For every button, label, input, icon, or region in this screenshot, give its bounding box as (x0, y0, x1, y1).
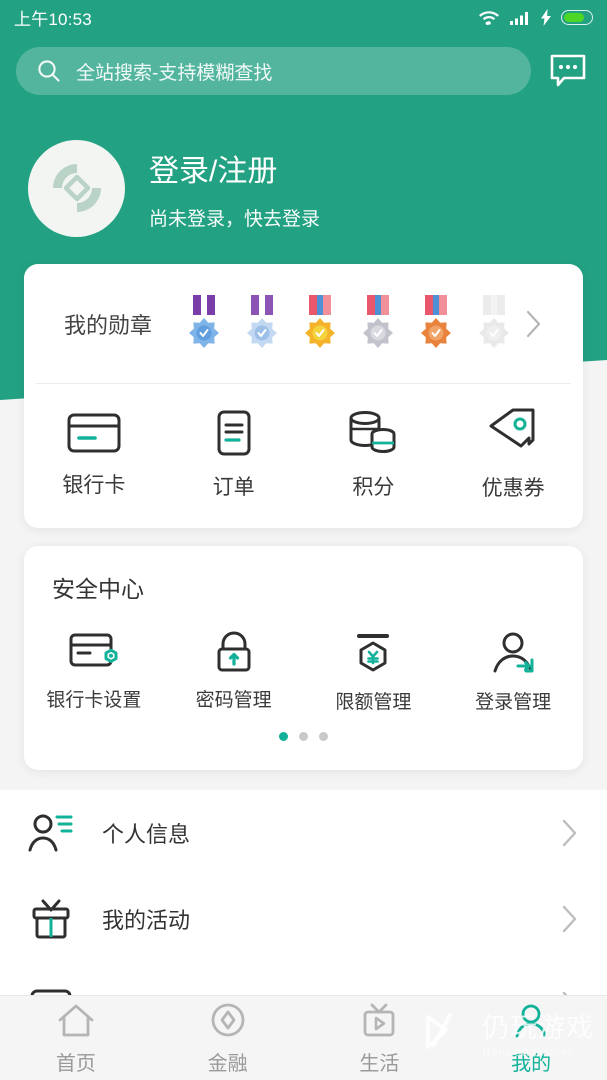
tab-life[interactable]: 生活 (304, 1001, 456, 1076)
quick-action-label: 银行卡 (62, 474, 126, 497)
security-item-label: 银行卡设置 (46, 690, 142, 711)
profile-text: 登录/注册 尚未登录，快去登录 (149, 146, 320, 231)
security-item-label: 登录管理 (475, 692, 552, 713)
profile-header[interactable]: 登录/注册 尚未登录，快去登录 (0, 133, 607, 243)
quick-action-orders[interactable]: 订单 (164, 409, 304, 501)
bottom-tab-bar: 首页 金融 生活 我的 (0, 995, 607, 1080)
bank-card-icon (67, 413, 121, 453)
security-item-card-settings[interactable]: 银行卡设置 (24, 630, 164, 712)
carousel-pagination[interactable] (24, 732, 583, 741)
search-input[interactable]: 全站搜索-支持模糊查找 (16, 47, 531, 95)
tab-home[interactable]: 首页 (0, 1001, 152, 1076)
finance-icon (211, 1003, 245, 1036)
tab-label: 生活 (359, 1052, 400, 1075)
quick-action-label: 优惠券 (481, 477, 545, 500)
security-item-limit[interactable]: 限额管理 (304, 630, 444, 714)
status-bar: 上午10:53 (0, 0, 607, 34)
tab-label: 首页 (55, 1052, 96, 1075)
person-info-icon (28, 814, 73, 852)
medal-lightblue-icon[interactable] (238, 293, 286, 355)
medal-blue-icon[interactable] (180, 293, 228, 355)
message-bubble-icon (550, 54, 586, 87)
signal-icon (510, 11, 528, 25)
list-item-personal-info[interactable]: 个人信息 (0, 790, 607, 876)
medal-locked-icon[interactable] (470, 293, 518, 355)
security-item-label: 限额管理 (335, 692, 412, 713)
medals-quickactions-card: 我的勋章 银行卡 订单 积分 优惠券 (24, 264, 583, 528)
card-settings-icon (69, 633, 118, 667)
list-item-label: 我的活动 (102, 908, 191, 933)
medals-label: 我的勋章 (64, 312, 153, 338)
password-lock-icon (217, 631, 251, 672)
list-item-label: 个人信息 (102, 822, 191, 847)
tab-finance[interactable]: 金融 (152, 1001, 304, 1076)
status-time: 上午10:53 (14, 9, 92, 29)
charging-bolt-icon (541, 8, 551, 26)
quick-action-label: 订单 (212, 476, 255, 499)
tab-profile[interactable]: 我的 (455, 1001, 607, 1076)
chevron-right-icon[interactable] (561, 818, 579, 848)
quick-action-points[interactable]: 积分 (304, 409, 444, 501)
tab-label: 金融 (207, 1052, 248, 1075)
quick-action-coupon[interactable]: 优惠券 (443, 408, 583, 502)
login-subtitle: 尚未登录，快去登录 (149, 208, 321, 230)
chevron-right-icon[interactable] (561, 904, 579, 934)
security-center-title: 安全中心 (52, 576, 144, 602)
battery-icon (561, 9, 593, 25)
security-item-login[interactable]: 登录管理 (443, 630, 583, 714)
medals-row[interactable]: 我的勋章 (36, 264, 571, 384)
medals-list (180, 293, 518, 355)
app-logo-avatar (52, 164, 101, 212)
login-title: 登录/注册 (149, 154, 278, 188)
home-icon (58, 1004, 94, 1036)
life-tv-icon (363, 1003, 395, 1036)
quick-actions-row: 银行卡 订单 积分 优惠券 (24, 384, 583, 526)
gift-activity-icon (32, 899, 70, 939)
medal-gold-icon[interactable] (296, 293, 344, 355)
security-center-card: 安全中心 银行卡设置 密码管理 限额管理 登录管理 (24, 546, 583, 770)
search-icon (38, 60, 60, 82)
security-item-label: 密码管理 (195, 690, 272, 711)
search-placeholder: 全站搜索-支持模糊查找 (76, 62, 273, 84)
status-icons (478, 8, 593, 26)
medal-bronze-icon[interactable] (412, 293, 460, 355)
list-item-my-activities[interactable]: 我的活动 (0, 876, 607, 962)
security-items-row: 银行卡设置 密码管理 限额管理 登录管理 (24, 630, 583, 714)
pagination-dot[interactable] (319, 732, 328, 741)
order-list-icon (217, 410, 251, 456)
wifi-icon (479, 10, 499, 25)
pagination-dot[interactable] (299, 732, 308, 741)
login-user-icon (493, 632, 534, 673)
message-button[interactable] (545, 48, 591, 94)
quick-action-bank-card[interactable]: 银行卡 (24, 411, 164, 499)
profile-icon (515, 1004, 547, 1037)
avatar[interactable] (28, 139, 125, 237)
coupon-tag-icon (489, 408, 535, 448)
chevron-right-icon[interactable] (525, 309, 543, 339)
quick-action-label: 积分 (352, 476, 395, 499)
pagination-dot[interactable] (279, 732, 288, 741)
search-row: 全站搜索-支持模糊查找 (0, 46, 607, 96)
medal-silver-icon[interactable] (354, 293, 402, 355)
points-coins-icon (349, 411, 396, 454)
limit-shield-yen-icon (357, 634, 390, 672)
tab-label: 我的 (511, 1052, 552, 1075)
app-screen: 上午10:53 全站搜索-支持模糊查找 登录/注册 尚未登录，快去登录 我的勋章… (0, 0, 607, 1080)
security-item-password[interactable]: 密码管理 (164, 630, 304, 712)
